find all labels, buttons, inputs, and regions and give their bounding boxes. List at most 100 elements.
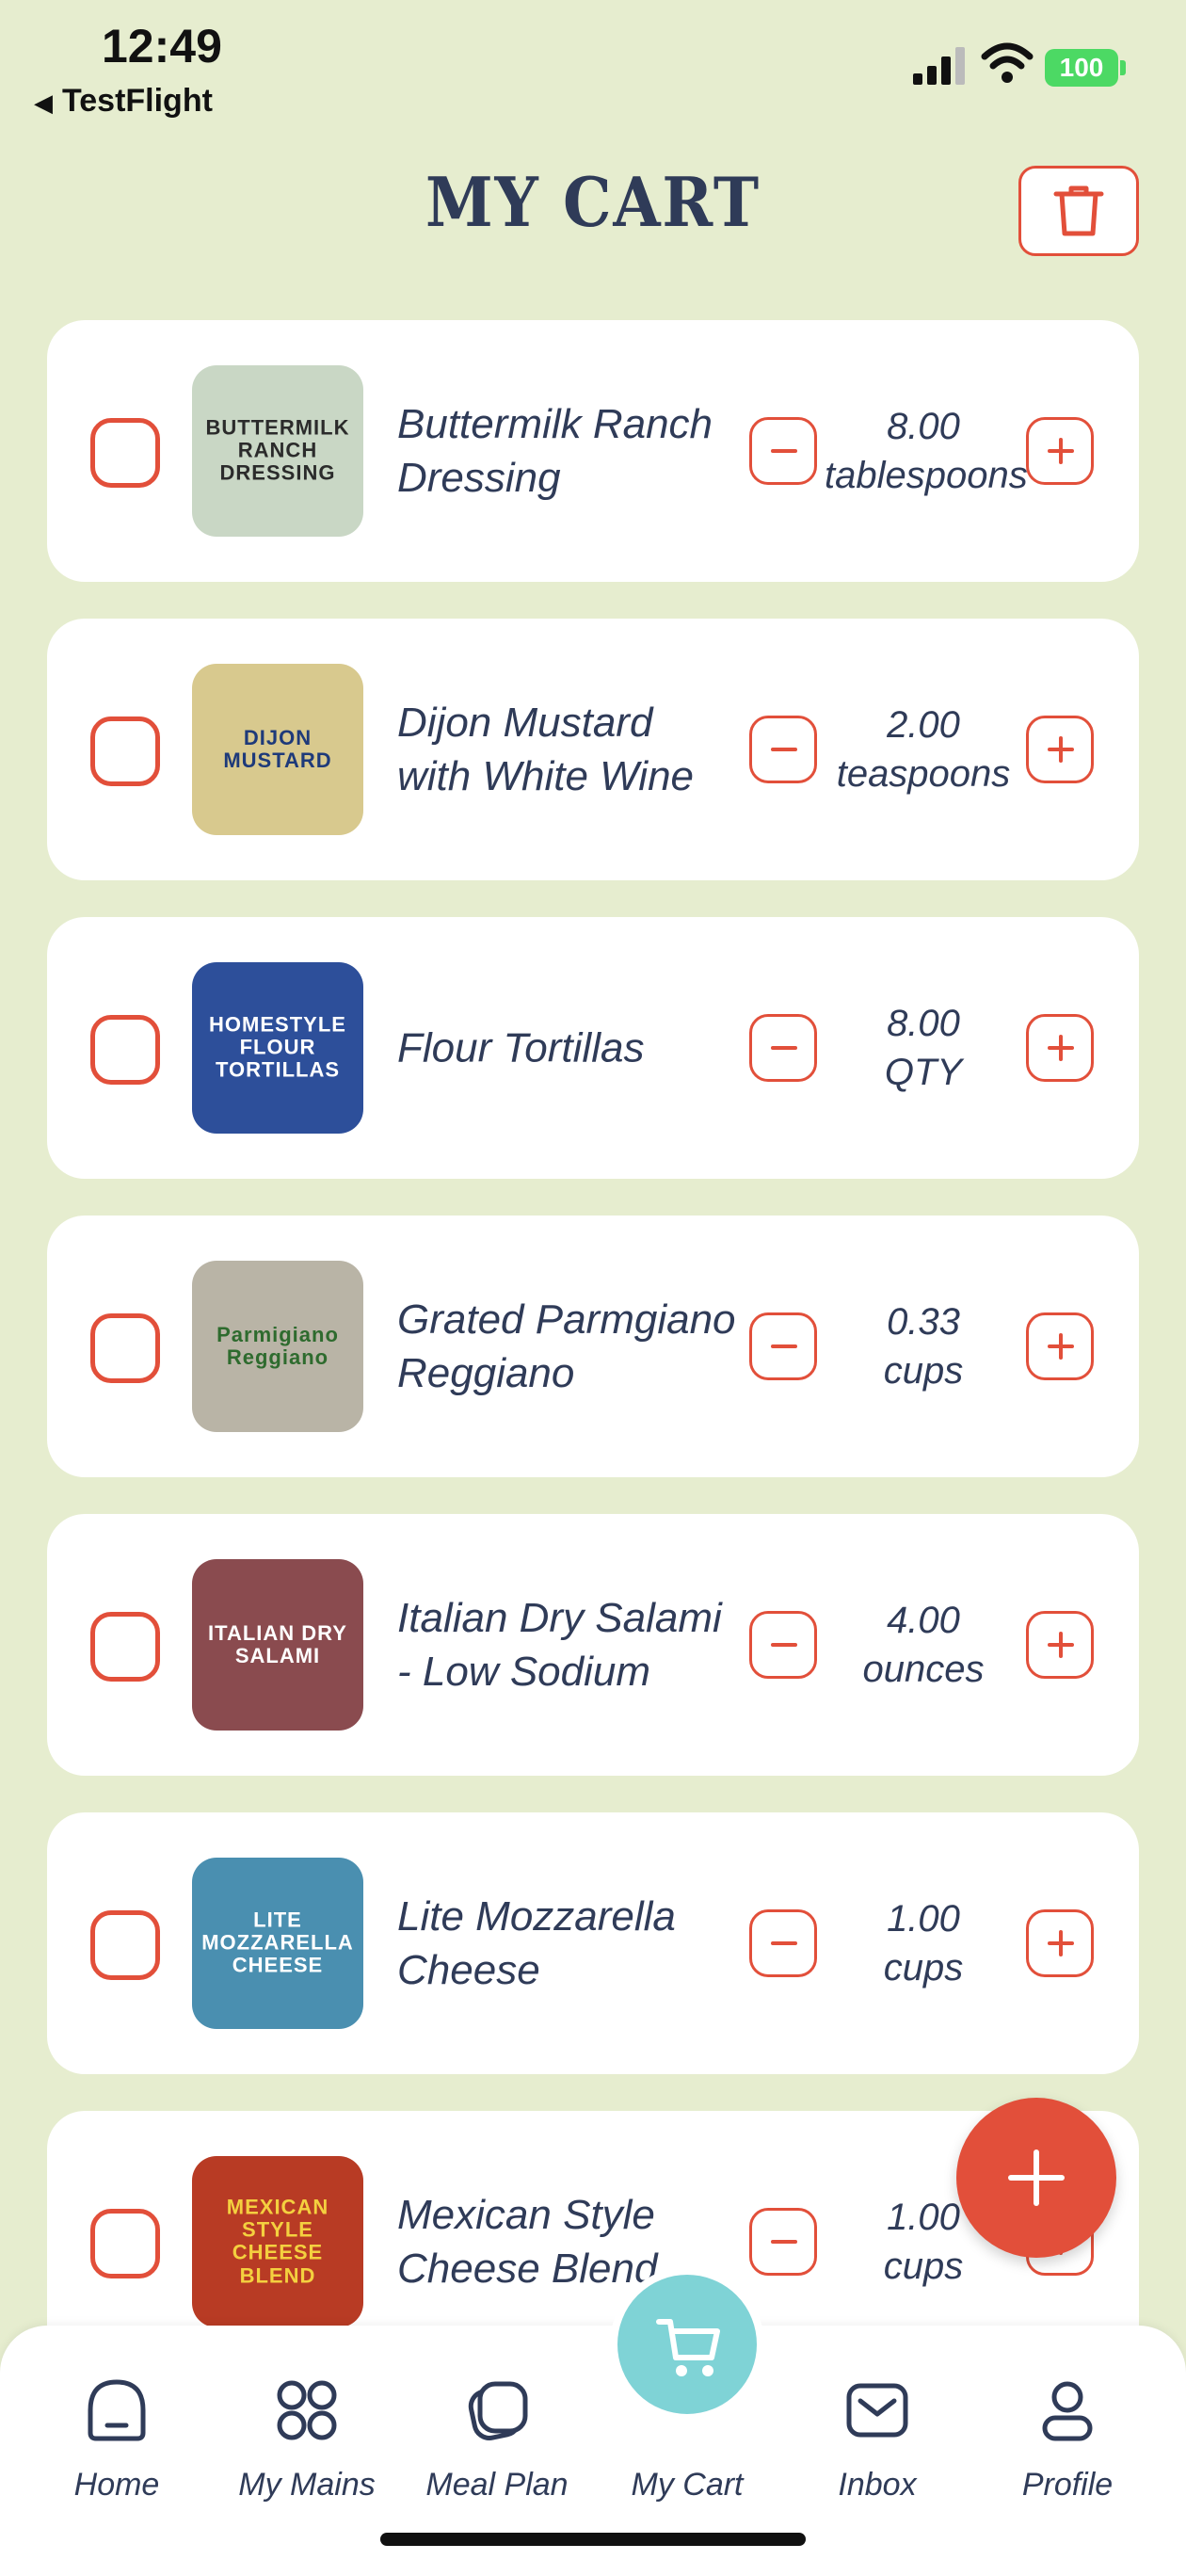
tab-home[interactable]: Home xyxy=(23,2373,211,2504)
tab-label: My Mains xyxy=(238,2467,376,2503)
cart-tab-button[interactable] xyxy=(610,2267,764,2422)
increase-quantity-button[interactable] xyxy=(1026,1611,1094,1679)
quantity-unit: cups xyxy=(883,2246,964,2287)
minus-icon xyxy=(771,449,797,453)
decrease-quantity-button[interactable] xyxy=(749,1014,817,1082)
inbox-icon xyxy=(840,2373,915,2448)
product-image-label: ITALIAN DRY SALAMI xyxy=(208,1620,347,1667)
decrease-quantity-button[interactable] xyxy=(749,2208,817,2276)
item-checkbox[interactable] xyxy=(90,1313,160,1383)
product-image-label: Parmigiano Reggiano xyxy=(216,1322,339,1369)
quantity-unit: tablespoons xyxy=(825,455,1028,496)
cart-item: LITE MOZZARELLA CHEESE Lite Mozzarella Che… xyxy=(47,1812,1139,2074)
tab-inbox[interactable]: Inbox xyxy=(783,2373,971,2504)
quantity-display: 1.00 cups xyxy=(825,1894,1022,1992)
increase-quantity-button[interactable] xyxy=(1026,417,1094,485)
decrease-quantity-button[interactable] xyxy=(749,417,817,485)
item-name: Grated Parmgiano Reggiano xyxy=(397,1296,736,1396)
quantity-display: 0.33 cups xyxy=(825,1297,1022,1395)
increase-quantity-button[interactable] xyxy=(1026,716,1094,783)
quantity-unit: QTY xyxy=(884,1052,963,1093)
tab-meal-plan[interactable]: Meal Plan xyxy=(403,2373,591,2504)
decrease-quantity-button[interactable] xyxy=(749,1611,817,1679)
quantity-unit: teaspoons xyxy=(836,753,1011,795)
minus-icon xyxy=(771,1643,797,1647)
quantity-display: 8.00 QTY xyxy=(825,999,1022,1097)
meal-plan-icon xyxy=(459,2373,535,2448)
cart-item: Parmigiano Reggiano Grated Parmgiano Regg… xyxy=(47,1216,1139,1477)
decrease-quantity-button[interactable] xyxy=(749,716,817,783)
profile-icon xyxy=(1030,2373,1105,2448)
tab-label: My Cart xyxy=(631,2467,744,2503)
minus-icon xyxy=(771,2240,797,2244)
item-checkbox[interactable] xyxy=(90,1015,160,1085)
quantity-unit: ounces xyxy=(862,1649,985,1690)
decrease-quantity-button[interactable] xyxy=(749,1312,817,1380)
product-image: BUTTERMILK RANCH DRESSING xyxy=(192,365,363,537)
grid-icon xyxy=(269,2373,345,2448)
page-title: MY CART xyxy=(425,162,761,242)
clear-cart-button[interactable] xyxy=(1018,166,1139,256)
status-time: 12:49 xyxy=(102,20,222,72)
battery-level: 100 xyxy=(1045,49,1118,87)
product-image: HOMESTYLE FLOUR TORTILLAS xyxy=(192,962,363,1134)
increase-quantity-button[interactable] xyxy=(1026,1312,1094,1380)
product-image-label: LITE MOZZARELLA CHEESE xyxy=(201,1908,354,1978)
item-name: Italian Dry Salami - Low Sodium xyxy=(397,1594,722,1695)
tab-label: Inbox xyxy=(838,2467,917,2503)
product-image-label: DIJON MUSTARD xyxy=(223,725,332,772)
minus-icon xyxy=(771,748,797,751)
quantity-value: 1.00 xyxy=(887,1898,960,1940)
cart-item: BUTTERMILK RANCH DRESSING Buttermilk Ranch… xyxy=(47,320,1139,582)
item-name: Lite Mozzarella Cheese xyxy=(397,1892,676,1993)
add-item-fab[interactable] xyxy=(956,2098,1116,2258)
item-checkbox[interactable] xyxy=(90,716,160,786)
product-image-label: HOMESTYLE FLOUR TORTILLAS xyxy=(209,1012,346,1083)
product-image: MEXICAN STYLE CHEESE BLEND xyxy=(192,2156,363,2327)
product-image-label: MEXICAN STYLE CHEESE BLEND xyxy=(226,2195,329,2288)
quantity-value: 8.00 xyxy=(887,1003,960,1044)
cart-item: ITALIAN DRY SALAMI Italian Dry Salami - L… xyxy=(47,1514,1139,1776)
quantity-display: 8.00 tablespoons xyxy=(825,402,1028,500)
product-image: LITE MOZZARELLA CHEESE xyxy=(192,1858,363,2029)
item-checkbox[interactable] xyxy=(90,2209,160,2278)
increase-quantity-button[interactable] xyxy=(1026,1014,1094,1082)
decrease-quantity-button[interactable] xyxy=(749,1909,817,1977)
tab-label: Meal Plan xyxy=(425,2467,569,2503)
cart-item: DIJON MUSTARD Dijon Mustard with White Wi… xyxy=(47,619,1139,880)
item-name: Buttermilk Ranch Dressing xyxy=(397,400,713,501)
quantity-display: 4.00 ounces xyxy=(825,1596,1022,1694)
back-arrow-icon: ◀ xyxy=(34,89,53,117)
wifi-icon xyxy=(981,42,1034,83)
back-app-label: TestFlight xyxy=(62,83,213,119)
product-image: Parmigiano Reggiano xyxy=(192,1261,363,1432)
increase-quantity-button[interactable] xyxy=(1026,1909,1094,1977)
item-name: Flour Tortillas xyxy=(397,1024,645,1071)
item-checkbox[interactable] xyxy=(90,418,160,488)
battery-icon: 100 xyxy=(1045,49,1128,87)
cellular-signal-icon xyxy=(913,47,966,85)
product-image: DIJON MUSTARD xyxy=(192,664,363,835)
minus-icon xyxy=(771,1344,797,1348)
status-bar: 12:49 ◀ TestFlight 100 xyxy=(0,0,1186,132)
item-checkbox[interactable] xyxy=(90,1910,160,1980)
home-indicator xyxy=(380,2533,806,2546)
back-to-testflight-link[interactable]: ◀ TestFlight xyxy=(34,83,213,120)
quantity-value: 2.00 xyxy=(887,704,960,746)
quantity-unit: cups xyxy=(883,1350,964,1392)
product-image-label: BUTTERMILK RANCH DRESSING xyxy=(205,415,350,486)
quantity-display: 2.00 teaspoons xyxy=(825,700,1022,798)
cart-item: HOMESTYLE FLOUR TORTILLAS Flour Tortillas … xyxy=(47,917,1139,1179)
tab-profile[interactable]: Profile xyxy=(973,2373,1162,2504)
item-checkbox[interactable] xyxy=(90,1612,160,1682)
quantity-unit: cups xyxy=(883,1947,964,1988)
trash-icon xyxy=(1053,185,1104,236)
quantity-value: 0.33 xyxy=(887,1301,960,1343)
product-image: ITALIAN DRY SALAMI xyxy=(192,1559,363,1731)
tab-my-mains[interactable]: My Mains xyxy=(213,2373,401,2504)
quantity-value: 4.00 xyxy=(887,1600,960,1641)
minus-icon xyxy=(771,1046,797,1050)
quantity-value: 8.00 xyxy=(887,406,960,447)
minus-icon xyxy=(771,1941,797,1945)
item-name: Dijon Mustard with White Wine xyxy=(397,699,695,799)
